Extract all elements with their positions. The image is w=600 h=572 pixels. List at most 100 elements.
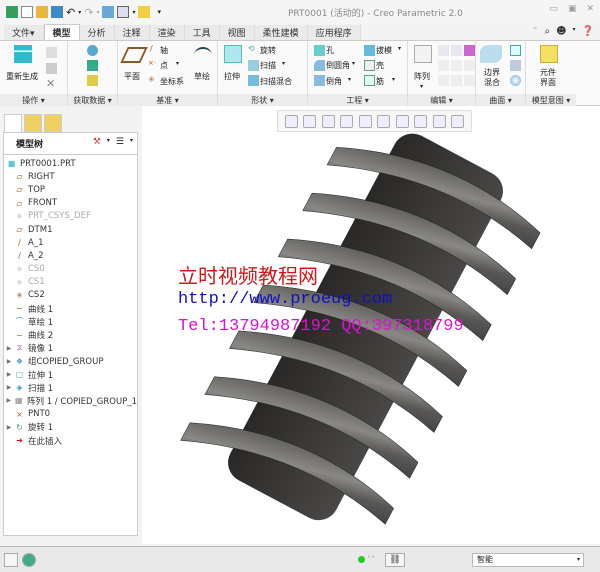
regenerate-large-icon[interactable] — [14, 45, 32, 63]
extend-icon[interactable] — [464, 60, 475, 71]
sweep-icon[interactable] — [248, 60, 259, 71]
intersect-icon[interactable] — [438, 75, 449, 86]
swept-blend-button[interactable]: 扫描混合 — [260, 76, 292, 87]
tab-model[interactable]: 模型 — [43, 24, 80, 40]
sketch-large-icon[interactable] — [194, 47, 212, 63]
close-button[interactable]: ✕ — [586, 4, 594, 14]
tree-item[interactable]: ▶ ◈ 扫描 1 — [4, 381, 137, 394]
thicken-icon[interactable] — [464, 75, 475, 86]
maximize-button[interactable]: ▣ — [568, 4, 577, 14]
pattern-button[interactable]: 阵列 — [414, 71, 430, 82]
offset-icon[interactable] — [438, 60, 449, 71]
redo-dropdown-icon[interactable]: ▾ — [96, 9, 99, 16]
style-icon[interactable] — [510, 60, 521, 71]
sweep-button[interactable]: 扫描 — [260, 60, 276, 71]
copy-geometry-icon[interactable] — [87, 60, 98, 71]
tab-applications[interactable]: 应用程序 — [307, 25, 361, 40]
boundary-blend-large-icon[interactable] — [480, 45, 502, 63]
customize-toolbar-icon[interactable]: ▾ — [157, 8, 161, 16]
tree-item[interactable]: ✳ CS0 — [4, 263, 137, 276]
round-button[interactable]: 倒圆角 — [326, 60, 350, 71]
mirror-icon[interactable] — [438, 45, 449, 56]
draft-icon[interactable] — [364, 45, 375, 56]
tree-item[interactable]: ▶ ↻ 旋转 1 — [4, 421, 137, 434]
tree-item[interactable]: ∕ A_1 — [4, 236, 137, 249]
expand-arrow-icon[interactable]: ▶ — [4, 371, 14, 378]
tree-item[interactable]: ■ PRT0001.PRT — [4, 157, 137, 170]
tab-view[interactable]: 视图 — [219, 25, 255, 40]
tab-render[interactable]: 渲染 — [149, 25, 185, 40]
delete-icon[interactable]: ✕ — [46, 77, 55, 90]
shrinkwrap-icon[interactable] — [87, 75, 98, 86]
extrude-button[interactable]: 拉伸 — [224, 71, 240, 82]
expand-arrow-icon[interactable]: ▶ — [4, 384, 14, 391]
axis-button[interactable]: 轴 — [160, 45, 168, 56]
csys-icon[interactable]: ✳ — [148, 75, 155, 84]
navigator-toggle-icon[interactable] — [4, 553, 18, 567]
search-icon[interactable]: ⌕ — [544, 26, 550, 37]
expand-arrow-icon[interactable]: ▶ — [4, 345, 14, 352]
sweep-dropdown-icon[interactable]: ▾ — [282, 60, 285, 67]
graphics-window[interactable]: 立时视频教程网 http://www.proeug.com Tel:137949… — [142, 106, 600, 544]
chamfer-dropdown-icon[interactable]: ▾ — [348, 76, 351, 83]
new-file-icon[interactable] — [21, 6, 33, 18]
tree-item[interactable]: × PNT0 — [4, 408, 137, 421]
tree-item[interactable]: ∼ 曲线 1 — [4, 302, 137, 315]
selection-filter-dropdown-icon[interactable]: ▾ — [577, 554, 580, 566]
folder-browser-tab-icon[interactable] — [24, 114, 42, 132]
boundary-blend-button-line2[interactable]: 混合 — [484, 77, 500, 88]
project-icon[interactable] — [464, 45, 475, 56]
hole-button[interactable]: 孔 — [326, 45, 334, 56]
tree-item[interactable]: ▱ TOP — [4, 183, 137, 196]
windows-dropdown-icon[interactable]: ▾ — [132, 9, 135, 16]
hole-icon[interactable] — [314, 45, 325, 56]
sketch-button[interactable]: 草绘 — [194, 71, 210, 82]
freestyle-icon[interactable] — [510, 75, 521, 86]
chamfer-icon[interactable] — [314, 75, 325, 86]
draft-dropdown-icon[interactable]: ▾ — [398, 45, 401, 52]
find-icon[interactable]: ⛓ — [385, 553, 405, 567]
browser-toggle-icon[interactable] — [22, 553, 36, 567]
tree-show-icon[interactable]: ☰ — [116, 137, 124, 147]
swept-blend-icon[interactable] — [248, 75, 259, 86]
undo-icon[interactable]: ↶ — [66, 6, 75, 19]
tree-item[interactable]: ∼ 曲线 2 — [4, 328, 137, 342]
community-dropdown-icon[interactable]: ▾ — [573, 26, 576, 37]
revolve-icon[interactable]: ⟲ — [248, 44, 255, 53]
regenerate-button[interactable]: 重新生成 — [6, 71, 38, 82]
redo-icon[interactable]: ↷ — [84, 6, 93, 19]
help-icon[interactable]: ❓ — [582, 26, 594, 37]
rib-icon[interactable] — [364, 75, 375, 86]
rib-button[interactable]: 筋 — [376, 76, 384, 87]
tree-item[interactable]: ▱ RIGHT — [4, 170, 137, 183]
paste-icon[interactable] — [46, 63, 57, 74]
tree-item[interactable]: ➜ 在此插入 — [4, 434, 137, 447]
draft-button[interactable]: 拔模 — [376, 45, 392, 56]
regenerate-icon[interactable] — [102, 6, 115, 18]
expand-arrow-icon[interactable]: ▶ — [4, 358, 14, 365]
tree-item[interactable]: ∕ A_2 — [4, 249, 137, 262]
tree-item[interactable]: ▱ FRONT — [4, 197, 137, 210]
tree-item[interactable]: ▱ DTM1 — [4, 223, 137, 236]
tree-item[interactable]: ▶ ⧖ 镜像 1 — [4, 342, 137, 355]
pattern-large-icon[interactable] — [414, 45, 432, 63]
point-icon[interactable]: ×· — [148, 59, 156, 67]
merge-icon[interactable] — [451, 45, 462, 56]
tab-flexible-modeling[interactable]: 柔性建模 — [254, 25, 308, 40]
tree-settings-dropdown-icon[interactable]: ▾ — [107, 137, 110, 147]
minimize-button[interactable]: ▭ — [549, 4, 558, 14]
csys-button[interactable]: 坐标系 — [160, 76, 184, 87]
point-button[interactable]: 点 — [160, 60, 168, 71]
collapse-ribbon-icon[interactable]: ⌃ — [532, 26, 539, 37]
tree-item[interactable]: ▶ ▦ 阵列 1 / COPIED_GROUP_1 — [4, 394, 137, 407]
user-defined-feature-icon[interactable] — [87, 45, 98, 56]
favorites-tab-icon[interactable] — [44, 114, 62, 132]
plane-button[interactable]: 平面 — [124, 71, 140, 82]
close-window-icon[interactable] — [138, 6, 151, 18]
selection-filter-select[interactable]: 智能 ▾ — [472, 553, 584, 567]
extrude-large-icon[interactable] — [224, 45, 242, 63]
tree-item[interactable]: ✳ CS1 — [4, 276, 137, 289]
fill-icon[interactable] — [510, 45, 521, 56]
open-folder-icon[interactable] — [36, 6, 48, 18]
model-tree-tab-icon[interactable] — [4, 114, 22, 132]
